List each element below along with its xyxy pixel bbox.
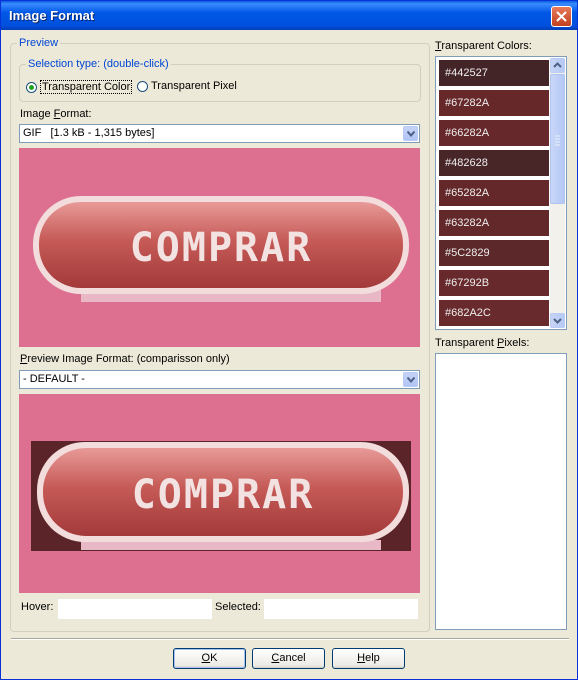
transparent-pixel-radio[interactable]: Transparent Pixel <box>137 80 237 92</box>
close-icon <box>556 11 567 22</box>
transparent-color-radio[interactable]: Transparent Color <box>26 80 133 94</box>
color-list-item[interactable]: #482628 <box>439 150 549 176</box>
transparent-pixels-label: Transparent Pixels: <box>435 337 529 349</box>
color-list-item[interactable]: #67292B <box>439 270 549 296</box>
label-part: Image <box>20 108 54 120</box>
color-list-item[interactable]: #66282A <box>439 120 549 146</box>
color-list-item[interactable]: #5C2829 <box>439 240 549 266</box>
selected-field <box>264 599 418 619</box>
chevron-down-icon <box>553 318 562 324</box>
label-part: ormat: <box>60 108 92 120</box>
preview-format-label: Preview Image Format: (comparisson only) <box>20 353 230 365</box>
close-button[interactable] <box>551 6 572 27</box>
button-label: COMPRAR <box>130 225 313 271</box>
cancel-button[interactable]: Cancel <box>252 648 325 669</box>
radio-checked-icon <box>26 81 37 93</box>
hover-field <box>58 599 212 619</box>
label-part: Transparent <box>435 337 497 349</box>
button-label: COMPRAR <box>132 472 315 518</box>
comparison-button-image: COMPRAR <box>31 441 411 551</box>
image-format-select[interactable]: GIF [1.3 kB - 1,315 bytes] <box>19 124 420 143</box>
radio-unchecked-icon <box>137 80 148 92</box>
color-list-item[interactable]: #67282A <box>439 90 549 116</box>
label-part: K <box>210 652 218 664</box>
window-title: Image Format <box>9 8 95 23</box>
color-list-item[interactable]: #65282A <box>439 180 549 206</box>
chevron-down-icon <box>407 131 415 137</box>
hover-label: Hover: <box>21 601 54 613</box>
selection-type-legend: Selection type: (double-click) <box>26 58 171 70</box>
scroll-down-button[interactable] <box>550 313 565 328</box>
color-list-item[interactable]: #682A2C <box>439 300 549 326</box>
selected-label: Selected: <box>215 601 261 613</box>
label-part: elp <box>365 652 380 664</box>
preview-format-select[interactable]: - DEFAULT - <box>19 370 420 389</box>
scroll-thumb[interactable] <box>550 74 565 204</box>
separator <box>11 638 569 640</box>
preview-format-value: - DEFAULT - <box>23 373 85 385</box>
image-preview: COMPRAR <box>19 148 420 347</box>
transparent-color-label: Transparent Color <box>40 80 133 94</box>
colors-scrollbar[interactable] <box>550 58 565 328</box>
label-part: review Image Format: (comparisson only) <box>27 353 230 365</box>
help-button[interactable]: Help <box>332 648 405 669</box>
label-part: ancel <box>279 652 306 664</box>
comparison-preview: COMPRAR <box>19 394 420 593</box>
chevron-down-icon <box>407 377 415 383</box>
dropdown-button[interactable] <box>403 372 418 387</box>
color-list-item[interactable]: #442527 <box>439 60 549 86</box>
preview-button-image: COMPRAR <box>33 196 409 302</box>
label-accel: O <box>201 652 211 664</box>
preview-legend: Preview <box>17 37 61 49</box>
dropdown-button[interactable] <box>403 126 418 141</box>
transparent-colors-label: Transparent Colors: <box>435 40 532 52</box>
image-format-label: Image Format: <box>20 108 92 120</box>
transparent-colors-list[interactable]: #442527 #67282A #66282A #482628 #65282A #6328… <box>435 56 567 330</box>
ok-button[interactable]: OK <box>173 648 246 669</box>
color-list-item[interactable]: #63282A <box>439 210 549 236</box>
scroll-up-button[interactable] <box>550 58 565 73</box>
label-part: ixels: <box>504 337 530 349</box>
grip-icon <box>555 135 560 146</box>
chevron-up-icon <box>553 62 562 68</box>
image-format-dialog: Image Format Preview Selection type: (do… <box>0 0 578 680</box>
image-format-value: GIF [1.3 kB - 1,315 bytes] <box>23 127 155 139</box>
label-part: ransparent Colors: <box>441 40 532 52</box>
label-accel: H <box>357 652 366 664</box>
title-bar: Image Format <box>1 1 577 30</box>
transparent-pixel-label: Transparent Pixel <box>151 80 237 92</box>
transparent-pixels-list[interactable] <box>435 353 567 630</box>
